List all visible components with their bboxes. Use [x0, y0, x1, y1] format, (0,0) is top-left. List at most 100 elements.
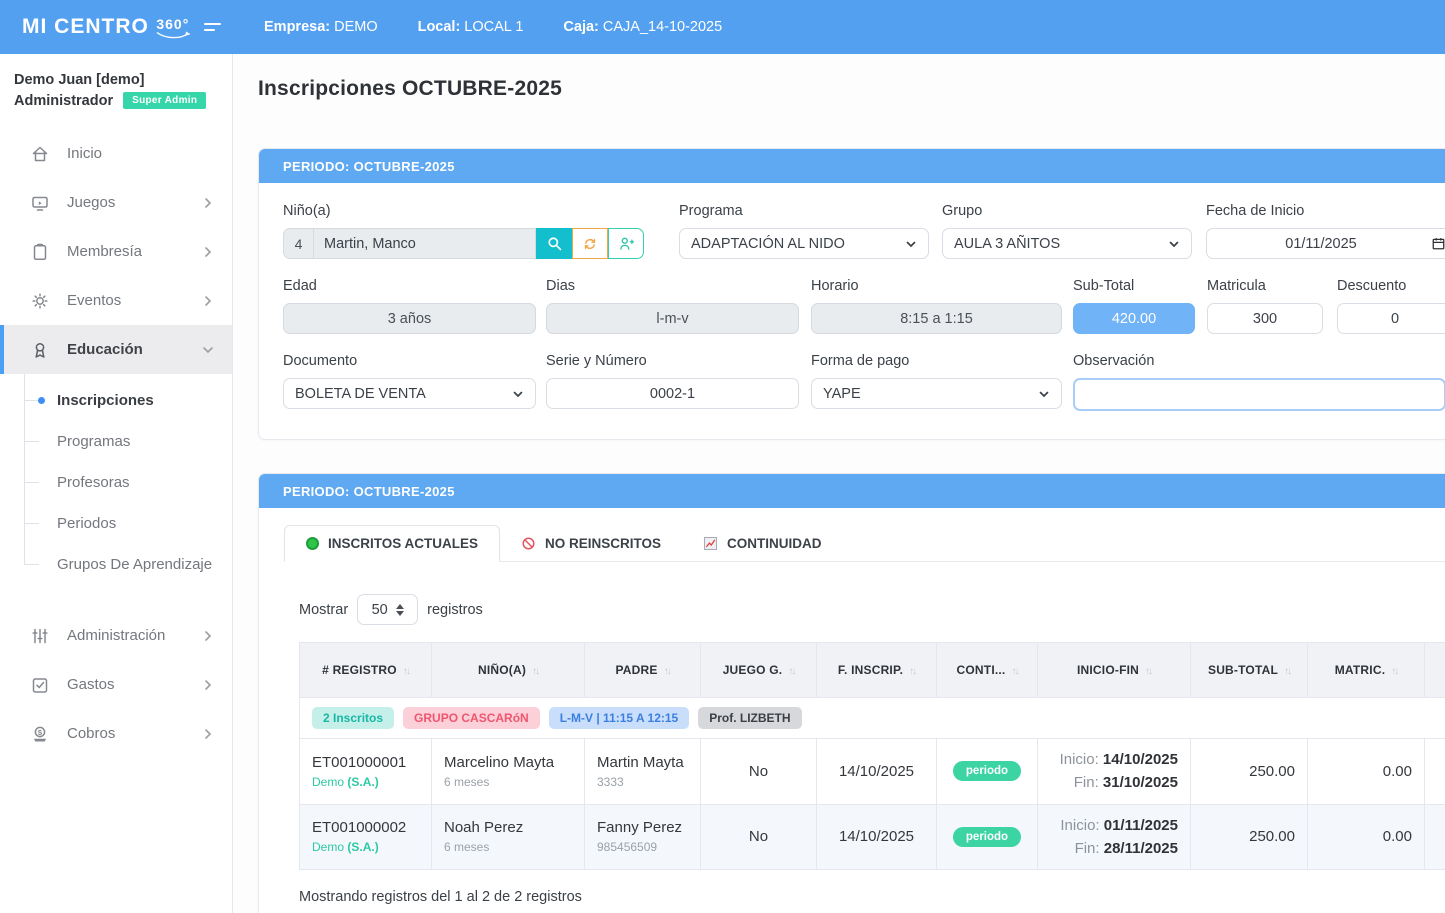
sort-icon: ↑↓ — [403, 666, 409, 677]
inscritos-count-badge: 2 Inscritos — [312, 707, 394, 729]
main-content: Inscripciones OCTUBRE-2025 PERIODO: OCTU… — [233, 54, 1445, 913]
sidebar-item-juegos[interactable]: Juegos — [0, 178, 232, 227]
games-icon — [30, 193, 50, 213]
tab-continuidad[interactable]: CONTINUIDAD — [682, 525, 843, 562]
matricula-label: Matricula — [1207, 278, 1323, 294]
observacion-label: Observación — [1073, 353, 1445, 369]
matricula-input[interactable] — [1207, 303, 1323, 334]
serie-numero-input[interactable] — [546, 378, 799, 409]
descuento-label: Descuento — [1337, 278, 1445, 294]
logo-360-icon: 360° — [155, 17, 191, 39]
caja-info: Caja:CAJA_14-10-2025 — [563, 19, 722, 35]
topbar: MI CENTRO 360° Empresa:DEMO Local:LOCAL … — [0, 0, 1445, 54]
group-header-row: 2 Inscritos GRUPO CASCARóN L-M-V | 11:15… — [300, 698, 1445, 739]
horario-label: Horario — [811, 278, 1062, 294]
user-name: Demo Juan [demo] — [14, 72, 218, 88]
juego-value: No — [701, 804, 817, 870]
sidebar-item-inscripciones[interactable]: Inscripciones — [0, 380, 232, 421]
registro-sub: Demo (S.A.) — [312, 775, 419, 789]
observacion-input[interactable] — [1073, 378, 1445, 411]
subtotal-value: 250.00 — [1191, 739, 1308, 805]
padre-name: Fanny Perez — [597, 819, 688, 836]
sort-icon: ↑↓ — [788, 666, 794, 677]
sort-icon: ↑↓ — [909, 666, 915, 677]
dias-input — [546, 303, 799, 334]
chevron-right-icon — [202, 728, 214, 740]
serie-numero-label: Serie y Número — [546, 353, 799, 369]
panel-header: PERIODO: OCTUBRE-2025 — [259, 474, 1445, 508]
programa-label: Programa — [679, 203, 929, 219]
table-row[interactable]: ET001000001 Demo (S.A.) Marcelino Mayta … — [300, 739, 1445, 805]
registro-code: ET001000002 — [312, 819, 419, 836]
sidebar-item-grupos[interactable]: Grupos De Aprendizaje — [0, 544, 232, 585]
sidebar-item-profesoras[interactable]: Profesoras — [0, 462, 232, 503]
col-juego[interactable]: JUEGO G.↑↓ — [701, 643, 817, 698]
tab-no-reinscritos[interactable]: NO REINSCRITOS — [500, 525, 682, 562]
fecha-inicio-input[interactable] — [1206, 228, 1445, 259]
col-padre[interactable]: PADRE↑↓ — [585, 643, 701, 698]
sidebar-item-educacion[interactable]: Educación — [0, 325, 232, 374]
home-icon — [30, 144, 50, 164]
sidebar-item-eventos[interactable]: Eventos — [0, 276, 232, 325]
sidebar-toggle-icon[interactable] — [204, 19, 230, 35]
programa-select[interactable]: ADAPTACIÓN AL NIDO — [679, 228, 929, 259]
sidebar-item-inicio[interactable]: Inicio — [0, 129, 232, 178]
search-button[interactable] — [536, 228, 572, 259]
col-fecha-inscrip[interactable]: F. INSCRIP.↑↓ — [817, 643, 937, 698]
chevron-right-icon — [202, 295, 214, 307]
chevron-down-icon — [512, 388, 524, 400]
grupo-label: Grupo — [942, 203, 1192, 219]
sidebar-item-gastos[interactable]: Gastos — [0, 660, 232, 709]
nino-age: 6 meses — [444, 840, 572, 854]
user-block: Demo Juan [demo] Administrador Super Adm… — [0, 54, 232, 115]
col-nino[interactable]: NIÑO(A)↑↓ — [432, 643, 585, 698]
registros-label: registros — [427, 602, 483, 618]
col-desc[interactable]: D — [1425, 643, 1445, 698]
add-person-button[interactable] — [608, 228, 644, 259]
periodo-badge: periodo — [953, 761, 1021, 781]
education-icon — [30, 340, 50, 360]
sidebar-item-administracion[interactable]: Administración — [0, 611, 232, 660]
col-subtotal[interactable]: SUB-TOTAL↑↓ — [1191, 643, 1308, 698]
chart-icon — [703, 536, 718, 551]
sort-icon: ↑↓ — [532, 666, 538, 677]
inscriptions-list-panel: PERIODO: OCTUBRE-2025 INSCRITOS ACTUALES… — [258, 473, 1445, 913]
col-conti[interactable]: CONTI...↑↓ — [937, 643, 1038, 698]
periodo-badge: periodo — [953, 827, 1021, 847]
subtotal-input[interactable] — [1073, 303, 1195, 334]
refresh-button[interactable] — [572, 228, 608, 259]
tab-inscritos-actuales[interactable]: INSCRITOS ACTUALES — [284, 525, 500, 562]
table-row[interactable]: ET001000002 Demo (S.A.) Noah Perez 6 mes… — [300, 804, 1445, 870]
calendar-icon[interactable] — [1431, 236, 1445, 251]
fin-date: 31/10/2025 — [1103, 774, 1178, 791]
sidebar-item-cobros[interactable]: $ Cobros — [0, 709, 232, 758]
local-info: Local:LOCAL 1 — [418, 19, 524, 35]
grupo-select[interactable]: AULA 3 AÑITOS — [942, 228, 1192, 259]
inicio-date: 14/10/2025 — [1103, 751, 1178, 768]
nino-name: Marcelino Mayta — [444, 754, 572, 771]
subtotal-label: Sub-Total — [1073, 278, 1195, 294]
col-inicio-fin[interactable]: INICIO-FIN↑↓ — [1038, 643, 1191, 698]
descuento-input[interactable] — [1337, 303, 1445, 334]
expenses-icon — [30, 675, 50, 695]
sidebar-item-programas[interactable]: Programas — [0, 421, 232, 462]
registro-sub: Demo (S.A.) — [312, 840, 419, 854]
forma-pago-select[interactable]: YAPE — [811, 378, 1062, 409]
sidebar-item-membresia[interactable]: Membresía — [0, 227, 232, 276]
nino-name: Noah Perez — [444, 819, 572, 836]
session-info: Empresa:DEMO Local:LOCAL 1 Caja:CAJA_14-… — [264, 19, 722, 35]
fin-date: 28/11/2025 — [1104, 840, 1178, 857]
page-length-select[interactable]: 50 — [357, 594, 418, 625]
panel-header: PERIODO: OCTUBRE-2025 — [259, 149, 1445, 183]
sidebar-nav: Inicio Juegos Membresía Eventos — [0, 129, 232, 758]
sort-icon: ↑↓ — [1145, 666, 1151, 677]
col-matric[interactable]: MATRIC.↑↓ — [1308, 643, 1425, 698]
sidebar-item-periodos[interactable]: Periodos — [0, 503, 232, 544]
page-title: Inscripciones OCTUBRE-2025 — [258, 77, 1445, 101]
documento-select[interactable]: BOLETA DE VENTA — [283, 378, 536, 409]
sort-icon: ↑↓ — [1011, 666, 1017, 677]
sort-icon: ↑↓ — [1284, 666, 1290, 677]
edad-input — [283, 303, 536, 334]
chevron-right-icon — [202, 246, 214, 258]
col-registro[interactable]: # REGISTRO↑↓ — [300, 643, 432, 698]
